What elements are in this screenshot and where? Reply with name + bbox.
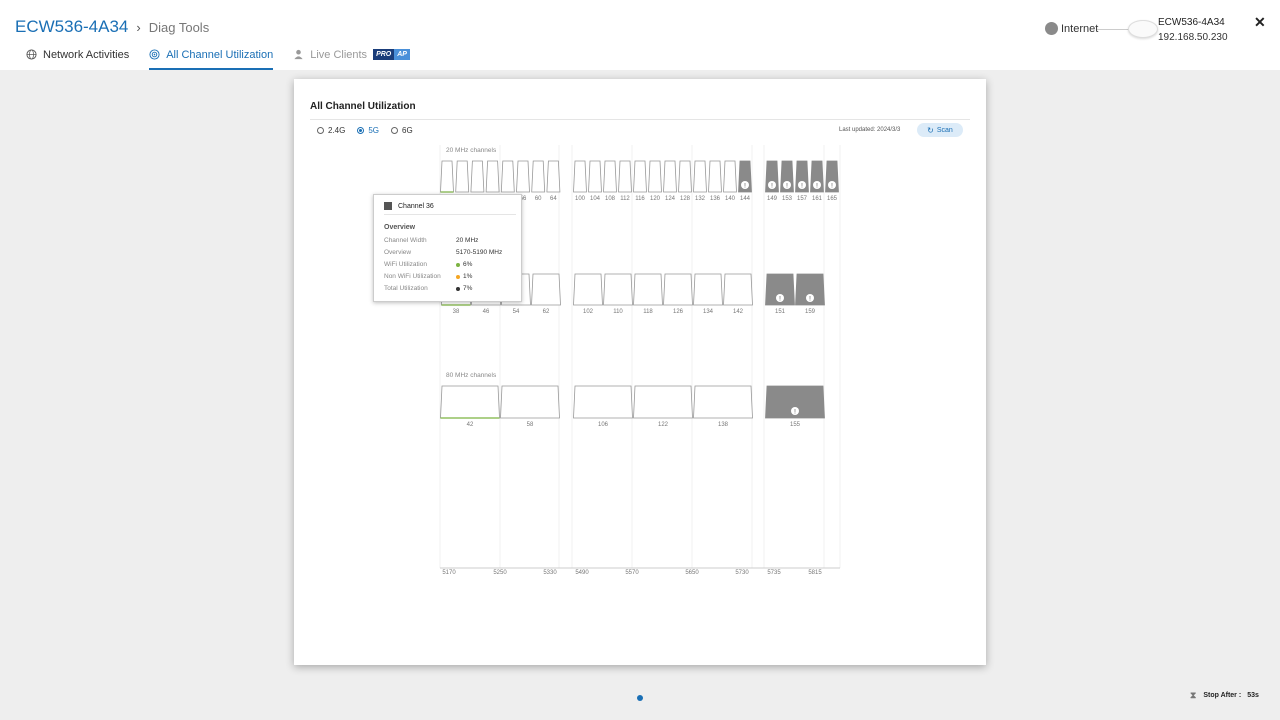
- ap-badge-text: AP: [394, 49, 410, 60]
- stop-timer: ⧗ Stop After : 53s: [1190, 690, 1259, 701]
- top-bar: ECW536-4A34 › Diag Tools Network Activit…: [0, 0, 1280, 70]
- divider: [384, 214, 516, 215]
- card-title: All Channel Utilization: [310, 101, 416, 112]
- tab-label: All Channel Utilization: [166, 49, 274, 61]
- wifi-dot-icon: [456, 262, 460, 267]
- stop-value: 53s: [1247, 692, 1259, 699]
- row-key: Total Utilization: [384, 285, 428, 292]
- user-icon: [294, 49, 303, 60]
- tooltip-row-range: Overview 5170-5190 MHz: [384, 249, 502, 256]
- internet-globe-icon: [1045, 22, 1058, 35]
- close-icon[interactable]: ✕: [1254, 14, 1266, 31]
- radio-label: 5G: [368, 126, 380, 135]
- globe-icon: [26, 49, 37, 60]
- ap-name: ECW536-4A34: [1158, 17, 1225, 28]
- divider: [310, 119, 970, 120]
- refresh-icon: ↻: [927, 125, 934, 135]
- breadcrumb: ECW536-4A34 › Diag Tools: [15, 17, 209, 37]
- access-point-icon: [1128, 20, 1158, 38]
- nonwifi-dot-icon: [456, 274, 460, 279]
- radio-circle[interactable]: [357, 127, 365, 134]
- breadcrumb-device[interactable]: ECW536-4A34: [15, 17, 128, 37]
- tab-all-channel-utilization[interactable]: All Channel Utilization: [149, 49, 274, 70]
- pro-ap-badge: PRO AP: [373, 49, 410, 60]
- internet-status: Internet: [1045, 22, 1098, 35]
- row-key: Channel Width: [384, 237, 427, 244]
- row-value-wrap: 7%: [456, 285, 472, 292]
- row-key: WiFi Utilization: [384, 261, 427, 268]
- tooltip-row-nonwifi: Non WiFi Utilization 1%: [384, 273, 472, 280]
- tooltip-row-width: Channel Width 20 MHz: [384, 237, 478, 244]
- wifi-signal-icon: [149, 49, 160, 60]
- radio-label: 6G: [402, 126, 413, 135]
- total-dot-icon: [456, 286, 460, 291]
- row-value: 20 MHz: [456, 237, 479, 244]
- row-key: Overview: [384, 249, 412, 256]
- ap-ip: 192.168.50.230: [1158, 32, 1228, 43]
- scan-button[interactable]: ↻ Scan: [917, 123, 963, 137]
- chart-icon: [384, 202, 392, 210]
- tab-live-clients[interactable]: Live Clients PRO AP: [293, 49, 410, 70]
- tab-bar: Network Activities All Channel Utilizati…: [26, 49, 430, 70]
- pro-badge-text: PRO: [373, 49, 395, 60]
- pager-dot[interactable]: [637, 695, 643, 701]
- tooltip-title: Channel 36: [398, 202, 434, 210]
- radio-label: 2.4G: [328, 126, 346, 135]
- page-title: Diag Tools: [148, 19, 210, 35]
- stop-label: Stop After :: [1203, 692, 1242, 699]
- scan-label: Scan: [936, 126, 953, 134]
- band-radio-5g[interactable]: 5G: [357, 126, 379, 135]
- row-value-wrap: 6%: [456, 261, 472, 268]
- tab-label: Network Activities: [43, 49, 130, 61]
- breadcrumb-separator: ›: [136, 19, 141, 35]
- tab-label: Live Clients: [310, 49, 368, 61]
- row-value-wrap: 1%: [456, 273, 472, 280]
- band-radio-2g[interactable]: 2.4G: [317, 126, 345, 135]
- row-value: 6%: [463, 261, 473, 268]
- channel-tooltip: Channel 36 Overview Channel Width 20 MHz …: [373, 194, 522, 302]
- last-updated: Last updated: 2024/3/3: [839, 127, 901, 133]
- row-value: 7%: [463, 285, 473, 292]
- tooltip-row-total: Total Utilization 7%: [384, 285, 472, 292]
- tooltip-section: Overview: [384, 224, 416, 231]
- row-value: 5170-5190 MHz: [456, 249, 503, 256]
- row-value: 1%: [463, 273, 473, 280]
- row-key: Non WiFi Utilization: [384, 273, 441, 280]
- band-selector: 2.4G 5G 6G: [317, 126, 425, 135]
- hourglass-icon: ⧗: [1190, 690, 1197, 700]
- internet-label: Internet: [1061, 22, 1099, 35]
- tab-network-activities[interactable]: Network Activities: [26, 49, 129, 70]
- tooltip-row-wifi: WiFi Utilization 6%: [384, 261, 472, 268]
- radio-circle[interactable]: [317, 127, 324, 134]
- tooltip-header: Channel 36: [384, 202, 434, 210]
- channel-utilization-card: All Channel Utilization 2.4G 5G 6G Last …: [294, 79, 986, 665]
- band-radio-6g[interactable]: 6G: [391, 126, 413, 135]
- radio-circle[interactable]: [391, 127, 399, 134]
- connection-line: [1097, 29, 1129, 30]
